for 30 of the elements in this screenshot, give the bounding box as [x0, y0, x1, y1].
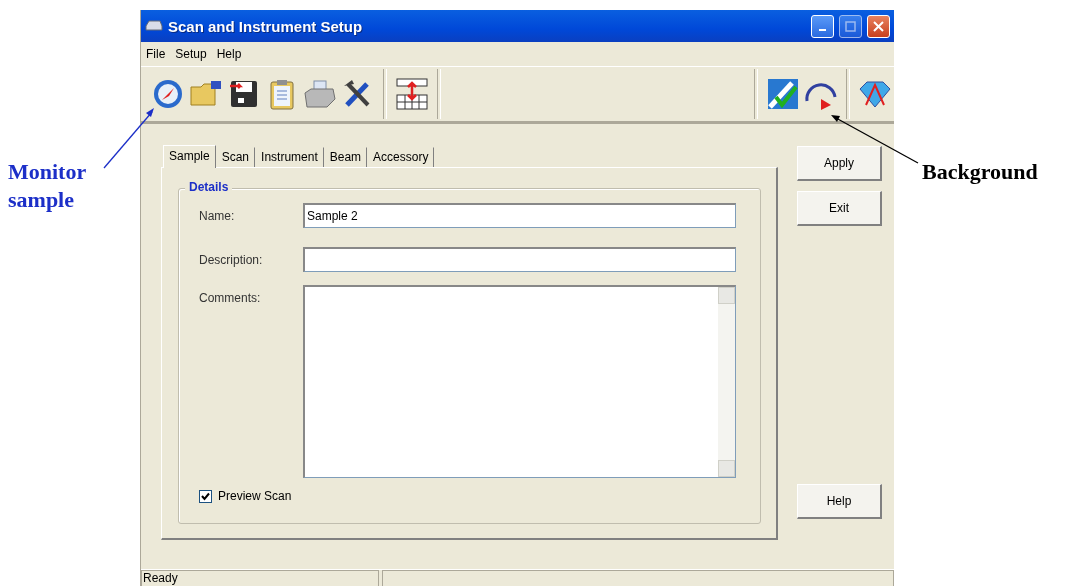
- window-title: Scan and Instrument Setup: [168, 17, 364, 35]
- exit-button[interactable]: Exit: [797, 191, 882, 226]
- checkbox-label: Preview Scan: [218, 489, 292, 503]
- close-button[interactable]: [867, 14, 890, 38]
- minimize-icon: [819, 29, 826, 31]
- description-field[interactable]: [303, 247, 736, 272]
- annotation-arrow: [103, 108, 154, 169]
- scrollbar[interactable]: [718, 287, 735, 477]
- name-field[interactable]: Sample 2: [303, 203, 736, 228]
- tab[interactable]: Sample: [163, 145, 216, 168]
- annotation-label: Monitor sample: [8, 158, 87, 214]
- maximize-icon: [845, 20, 856, 32]
- field-label: Comments:: [199, 290, 262, 307]
- status-text: Ready: [141, 570, 379, 586]
- comments-field[interactable]: [303, 285, 736, 478]
- menu-item[interactable]: Setup: [175, 47, 207, 61]
- menu-item[interactable]: Help: [216, 47, 242, 61]
- field-label: Description:: [199, 252, 264, 269]
- help-button[interactable]: Help: [797, 484, 882, 519]
- menu-item[interactable]: File: [146, 47, 166, 61]
- minimize-button[interactable]: [811, 14, 834, 38]
- scanner-icon: [145, 20, 163, 32]
- field-label: Name:: [199, 208, 236, 225]
- table-icon[interactable]: [393, 75, 431, 113]
- close-icon: [873, 20, 884, 32]
- apply-button[interactable]: Apply: [797, 146, 882, 181]
- checkbox[interactable]: [199, 489, 212, 503]
- maximize-button[interactable]: [839, 14, 862, 38]
- group-title: Details: [185, 180, 233, 194]
- annotation-label: Background: [922, 158, 1039, 186]
